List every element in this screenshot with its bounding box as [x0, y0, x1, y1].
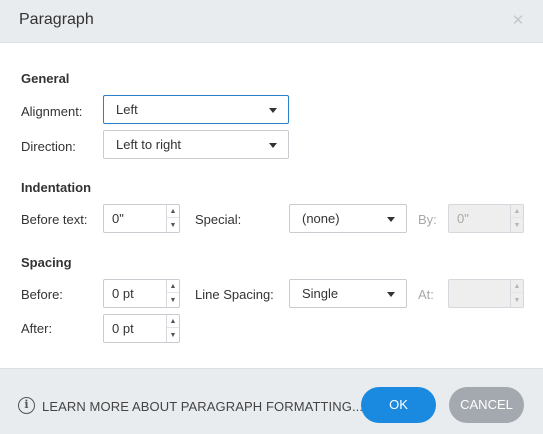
decrement-arrow-icon: ▼	[513, 297, 521, 304]
cancel-button[interactable]: CANCEL	[449, 387, 524, 423]
caret-down-icon	[387, 217, 395, 222]
spacing-before-label: Before:	[21, 287, 63, 302]
title-bar: Paragraph ✕	[0, 0, 543, 43]
alignment-label: Alignment:	[21, 104, 83, 119]
caret-down-icon	[269, 143, 277, 148]
increment-arrow-icon[interactable]: ▲	[167, 205, 179, 218]
dialog-footer: i LEARN MORE ABOUT PARAGRAPH FORMATTING.…	[0, 368, 543, 434]
section-spacing-heading: Spacing	[21, 255, 72, 270]
alignment-value: Left	[116, 102, 138, 117]
increment-arrow-icon: ▲	[511, 280, 523, 293]
before-text-stepper: ▲ ▼	[103, 204, 180, 233]
direction-label: Direction:	[21, 139, 76, 154]
direction-select[interactable]: Left to right	[103, 130, 289, 159]
decrement-arrow-icon[interactable]: ▼	[167, 219, 179, 232]
spacing-after-label: After:	[21, 321, 53, 336]
by-label: By:	[418, 212, 437, 227]
at-stepper: ▲ ▼	[448, 279, 524, 308]
close-icon[interactable]: ✕	[508, 11, 528, 31]
line-spacing-label: Line Spacing:	[195, 287, 274, 302]
spacing-before-input[interactable]	[104, 280, 166, 307]
caret-down-icon	[269, 108, 277, 113]
decrement-arrow-icon: ▼	[513, 222, 521, 229]
spacing-before-stepper: ▲ ▼	[103, 279, 180, 308]
by-input	[449, 205, 511, 232]
spacing-after-stepper: ▲ ▼	[103, 314, 180, 343]
by-arrows: ▲ ▼	[510, 205, 523, 232]
increment-arrow-icon[interactable]: ▲	[167, 315, 179, 328]
spacing-before-arrows: ▲ ▼	[166, 280, 179, 307]
direction-value: Left to right	[116, 137, 182, 152]
before-text-input[interactable]	[104, 205, 166, 232]
paragraph-dialog: Paragraph ✕ General Alignment: Left Dire…	[0, 0, 543, 434]
alignment-select[interactable]: Left	[103, 95, 289, 124]
increment-arrow-icon[interactable]: ▲	[167, 280, 179, 293]
caret-down-icon	[387, 292, 395, 297]
special-select[interactable]: (none)	[289, 204, 407, 233]
at-input	[449, 280, 511, 307]
special-label: Special:	[195, 212, 242, 227]
before-text-label: Before text:	[21, 212, 88, 227]
increment-arrow-icon: ▲	[511, 205, 523, 218]
info-icon: i	[18, 397, 35, 414]
learn-more-link[interactable]: LEARN MORE ABOUT PARAGRAPH FORMATTING...	[42, 399, 363, 414]
decrement-arrow-icon[interactable]: ▼	[167, 294, 179, 307]
line-spacing-select[interactable]: Single	[289, 279, 407, 308]
by-stepper: ▲ ▼	[448, 204, 524, 233]
dialog-title: Paragraph	[19, 11, 94, 28]
section-general-heading: General	[21, 71, 70, 86]
decrement-arrow-icon[interactable]: ▼	[167, 329, 179, 342]
at-label: At:	[418, 287, 434, 302]
ok-button[interactable]: OK	[361, 387, 436, 423]
section-indentation-heading: Indentation	[21, 180, 92, 195]
line-spacing-value: Single	[302, 286, 339, 301]
special-value: (none)	[302, 211, 340, 226]
spacing-after-arrows: ▲ ▼	[166, 315, 179, 342]
at-arrows: ▲ ▼	[510, 280, 523, 307]
before-text-arrows: ▲ ▼	[166, 205, 179, 232]
spacing-after-input[interactable]	[104, 315, 166, 342]
